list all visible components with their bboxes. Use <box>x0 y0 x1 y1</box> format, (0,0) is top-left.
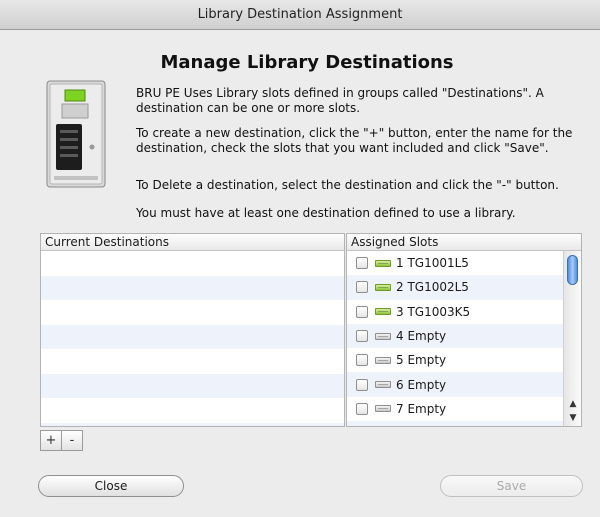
list-row <box>41 324 344 349</box>
slot-label: 4 Empty <box>396 329 447 344</box>
slot-checkbox[interactable] <box>356 305 368 318</box>
slot-label: 8 Empty <box>396 426 446 427</box>
add-destination-button[interactable]: + <box>41 431 61 450</box>
slot-label: 3 TG1003K5 <box>396 304 471 319</box>
tape-cartridge-icon <box>375 283 391 291</box>
tape-cartridge-icon <box>375 308 391 316</box>
slot-row[interactable]: 7 Empty <box>347 397 581 421</box>
scroll-down-arrow-icon[interactable]: ▼ <box>564 411 581 425</box>
title-bar: Library Destination Assignment <box>0 0 600 30</box>
slot-checkbox[interactable] <box>356 378 368 391</box>
list-row <box>41 275 344 300</box>
slot-label: 2 TG1002L5 <box>396 280 469 295</box>
slot-row[interactable]: 4 Empty <box>347 323 581 349</box>
slot-label: 6 Empty <box>396 377 447 392</box>
window-title: Library Destination Assignment <box>197 7 403 22</box>
tape-library-icon <box>46 80 106 188</box>
slot-label: 5 Empty <box>396 353 447 368</box>
slot-row[interactable]: 6 Empty <box>347 372 581 397</box>
slot-checkbox[interactable] <box>356 257 368 270</box>
slots-list[interactable]: Assigned Slots 1 TG1001L5 2 TG1002L5 3 TG1… <box>346 233 582 427</box>
slot-row[interactable]: 5 Empty <box>347 348 581 372</box>
page-title: Manage Library Destinations <box>160 52 454 73</box>
slot-checkbox[interactable] <box>356 281 368 294</box>
list-row <box>41 300 344 325</box>
instructions-text-3: To Delete a destination, select the dest… <box>136 178 559 192</box>
slot-row[interactable]: 1 TG1001L5 <box>347 251 581 275</box>
slot-row[interactable]: 3 TG1003K5 <box>347 300 581 324</box>
add-remove-control: + - <box>40 430 83 451</box>
slots-column-header: Assigned Slots <box>347 234 581 251</box>
slot-label: 1 TG1001L5 <box>396 256 469 271</box>
destinations-list[interactable]: Current Destinations <box>40 233 345 427</box>
empty-slot-icon <box>375 381 391 389</box>
instructions-text-2: To create a new destination, click the "… <box>136 126 573 155</box>
instructions-text-4: You must have at least one destination d… <box>136 206 516 220</box>
slot-checkbox[interactable] <box>356 354 368 367</box>
slots-scrollbar[interactable]: ▲ ▼ <box>563 251 581 426</box>
list-row <box>41 398 344 423</box>
empty-slot-icon <box>375 405 391 413</box>
list-row <box>41 373 344 398</box>
instructions-text-1: BRU PE Uses Library slots defined in gro… <box>136 86 544 115</box>
slot-checkbox[interactable] <box>356 330 368 343</box>
slot-label: 7 Empty <box>396 401 447 416</box>
close-button[interactable]: Close <box>38 475 184 497</box>
slot-checkbox[interactable] <box>356 402 368 415</box>
list-row <box>41 251 344 276</box>
save-button[interactable]: Save <box>440 475 583 497</box>
list-row <box>41 422 344 426</box>
scroll-thumb[interactable] <box>567 255 578 285</box>
destinations-column-header: Current Destinations <box>41 234 344 251</box>
tape-cartridge-icon <box>375 259 391 267</box>
remove-destination-button[interactable]: - <box>61 431 82 450</box>
empty-slot-icon <box>375 332 391 340</box>
list-row <box>41 349 344 374</box>
empty-slot-icon <box>375 356 391 364</box>
slot-row[interactable]: 8 Empty <box>347 421 581 427</box>
scroll-up-arrow-icon[interactable]: ▲ <box>564 397 581 411</box>
slot-row[interactable]: 2 TG1002L5 <box>347 275 581 300</box>
